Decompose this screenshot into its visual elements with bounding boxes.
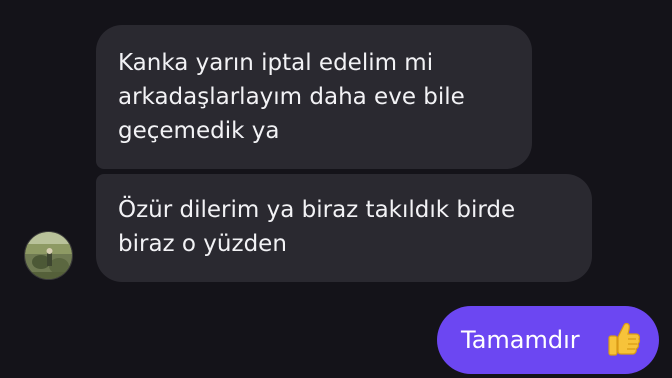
message-text: Tamamdır [461, 326, 580, 354]
incoming-message-bubble[interactable]: Özür dilerim ya biraz takıldık birde bir… [96, 174, 592, 282]
thumbs-up-icon [608, 322, 641, 356]
message-text-line: Özür dilerim ya biraz takıldık birde [118, 197, 516, 223]
message-text-line: geçemedik ya [118, 118, 280, 144]
message-text-line: biraz o yüzden [118, 231, 287, 257]
message-text-line: arkadaşlarlayım daha eve bile [118, 84, 465, 110]
incoming-message-bubble[interactable]: Kanka yarın iptal edelim mi arkadaşlarla… [96, 25, 532, 169]
avatar-photo-icon [25, 232, 72, 279]
contact-avatar[interactable] [24, 231, 73, 280]
outgoing-message-bubble[interactable]: Tamamdır [437, 306, 659, 374]
message-text-line: Kanka yarın iptal edelim mi [118, 50, 434, 76]
